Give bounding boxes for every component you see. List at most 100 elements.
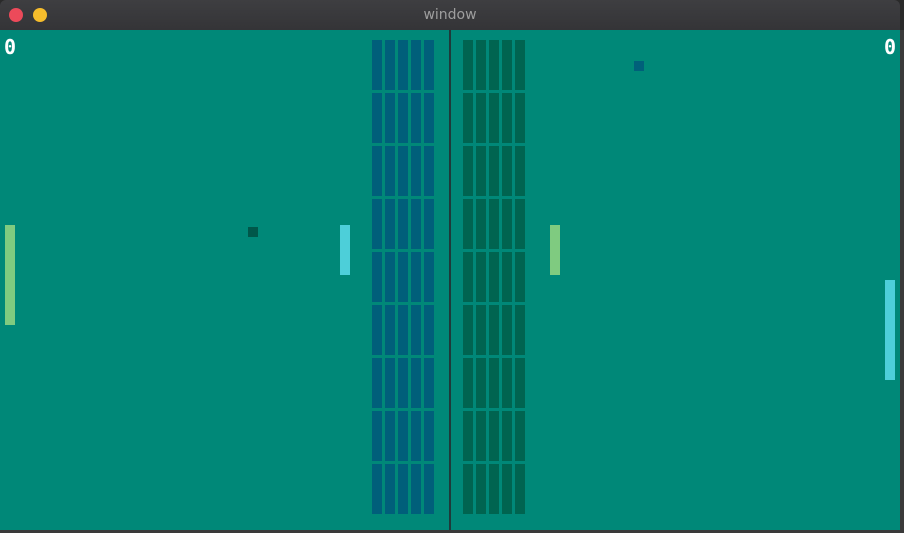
right-ball [634,61,644,71]
brick [372,305,382,355]
left-ball [248,227,258,237]
brick [515,93,525,143]
right-score: 0 [883,35,896,59]
brick [476,358,486,408]
brick [515,199,525,249]
brick [476,411,486,461]
brick [372,252,382,302]
brick [398,146,408,196]
brick [515,411,525,461]
brick [411,358,421,408]
brick [502,411,512,461]
brick [424,93,434,143]
brick [463,358,473,408]
brick [489,93,499,143]
brick [411,464,421,514]
brick [385,252,395,302]
brick [515,305,525,355]
brick [489,464,499,514]
brick [411,305,421,355]
brick [502,358,512,408]
brick [411,146,421,196]
brick [463,411,473,461]
brick [515,358,525,408]
right-player-paddle [550,225,560,275]
title-bar: window [0,0,900,30]
brick [372,358,382,408]
brick [372,40,382,90]
brick [411,93,421,143]
brick [385,305,395,355]
brick [385,411,395,461]
brick [502,146,512,196]
brick [411,199,421,249]
brick [424,199,434,249]
brick [489,305,499,355]
brick [476,146,486,196]
brick [476,464,486,514]
brick [463,305,473,355]
brick [424,305,434,355]
brick [398,252,408,302]
left-player-paddle [5,225,15,325]
window-title: window [423,7,477,23]
left-score: 0 [4,35,17,59]
brick [398,358,408,408]
brick [489,411,499,461]
brick [502,464,512,514]
brick [385,358,395,408]
brick [411,40,421,90]
brick [515,464,525,514]
brick [502,252,512,302]
brick [476,305,486,355]
brick [385,199,395,249]
brick [385,146,395,196]
brick [489,358,499,408]
brick [398,411,408,461]
brick [502,199,512,249]
brick [515,146,525,196]
brick [372,411,382,461]
game-canvas[interactable]: 0 0 [0,30,900,530]
brick [398,93,408,143]
brick [463,199,473,249]
brick [372,464,382,514]
window-edge [900,30,904,533]
brick [372,146,382,196]
brick [424,411,434,461]
brick [463,40,473,90]
brick [476,199,486,249]
left-opponent-paddle [340,225,350,275]
brick [463,93,473,143]
brick [411,411,421,461]
brick [489,199,499,249]
brick [424,146,434,196]
brick [502,305,512,355]
brick [489,40,499,90]
brick [463,464,473,514]
brick [476,40,486,90]
brick [489,252,499,302]
brick [411,252,421,302]
brick [476,252,486,302]
brick [424,252,434,302]
brick [424,464,434,514]
brick [515,40,525,90]
brick [385,464,395,514]
brick [398,199,408,249]
brick [515,252,525,302]
brick [463,146,473,196]
brick [385,40,395,90]
brick [502,40,512,90]
brick [372,93,382,143]
brick [372,199,382,249]
brick [398,40,408,90]
center-divider [449,30,451,530]
brick [398,464,408,514]
brick [398,305,408,355]
right-opponent-paddle [885,280,895,380]
brick [424,40,434,90]
brick [424,358,434,408]
brick [476,93,486,143]
brick [489,146,499,196]
